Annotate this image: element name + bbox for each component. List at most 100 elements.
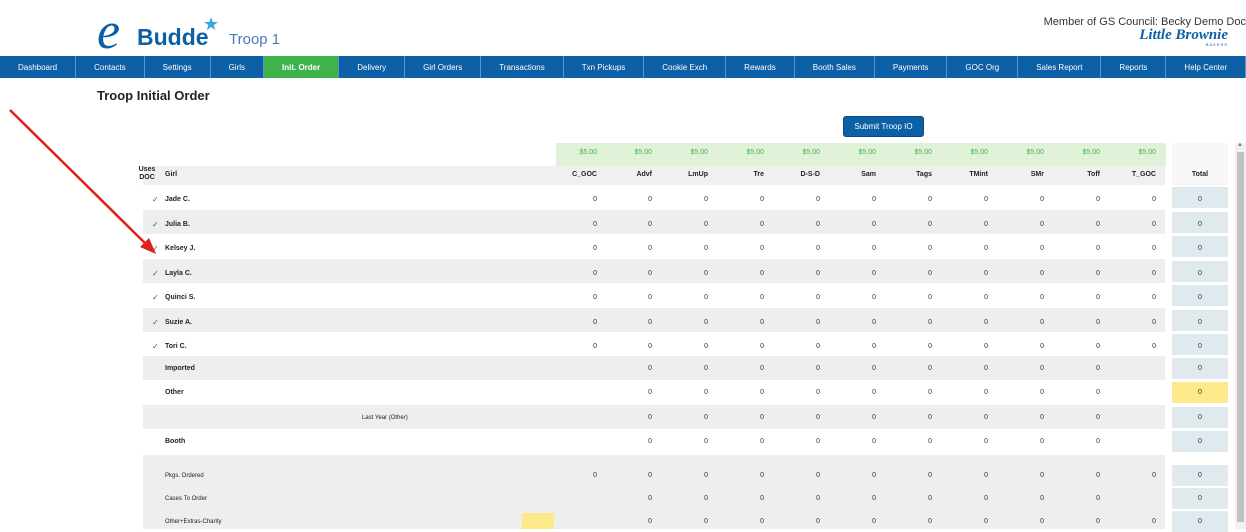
value-cell[interactable]: 0 (724, 365, 764, 372)
nav-item-txn-pickups[interactable]: Txn Pickups (564, 56, 645, 78)
value-cell[interactable]: 0 (724, 221, 764, 228)
value-cell[interactable]: 0 (892, 414, 932, 421)
value-cell[interactable]: 0 (668, 319, 708, 326)
value-cell[interactable]: 0 (668, 438, 708, 445)
value-cell[interactable]: 0 (1060, 438, 1100, 445)
value-cell[interactable]: 0 (557, 221, 597, 228)
value-cell[interactable]: 0 (780, 365, 820, 372)
value-cell[interactable]: 0 (668, 414, 708, 421)
value-cell[interactable]: 0 (892, 438, 932, 445)
girl-name[interactable]: Kelsey J. (165, 245, 195, 252)
value-cell[interactable]: 0 (948, 270, 988, 277)
value-cell[interactable]: 0 (724, 472, 764, 479)
value-cell[interactable]: 0 (668, 365, 708, 372)
value-cell[interactable]: 0 (1116, 270, 1156, 277)
value-cell[interactable]: 0 (724, 438, 764, 445)
girl-name[interactable]: Suzie A. (165, 319, 192, 326)
value-cell[interactable]: 0 (948, 438, 988, 445)
value-cell[interactable]: 0 (948, 221, 988, 228)
value-cell[interactable]: 0 (724, 294, 764, 301)
value-cell[interactable]: 0 (948, 518, 988, 525)
value-cell[interactable]: 0 (557, 196, 597, 203)
value-cell[interactable]: 0 (948, 294, 988, 301)
value-cell[interactable]: 0 (892, 389, 932, 396)
value-cell[interactable]: 0 (1060, 319, 1100, 326)
value-cell[interactable]: 0 (724, 414, 764, 421)
value-cell[interactable]: 0 (612, 221, 652, 228)
value-cell[interactable]: 0 (1004, 294, 1044, 301)
value-cell[interactable]: 0 (1060, 294, 1100, 301)
value-cell[interactable]: 0 (612, 294, 652, 301)
value-cell[interactable]: 0 (668, 245, 708, 252)
value-cell[interactable]: 0 (1004, 389, 1044, 396)
nav-item-sales-report[interactable]: Sales Report (1018, 56, 1102, 78)
value-cell[interactable]: 0 (948, 472, 988, 479)
value-cell[interactable]: 0 (892, 270, 932, 277)
value-cell[interactable]: 0 (836, 438, 876, 445)
value-cell[interactable]: 0 (1004, 221, 1044, 228)
value-cell[interactable]: 0 (612, 245, 652, 252)
value-cell[interactable]: 0 (1004, 438, 1044, 445)
value-cell[interactable]: 0 (612, 389, 652, 396)
value-cell[interactable]: 0 (1004, 319, 1044, 326)
value-cell[interactable]: 0 (1060, 196, 1100, 203)
value-cell[interactable]: 0 (836, 518, 876, 525)
value-cell[interactable]: 0 (948, 319, 988, 326)
value-cell[interactable]: 0 (668, 495, 708, 502)
value-cell[interactable]: 0 (1060, 414, 1100, 421)
value-cell[interactable]: 0 (612, 196, 652, 203)
nav-item-init-order[interactable]: Init. Order (264, 56, 340, 78)
charity-input-cell[interactable] (522, 513, 554, 529)
value-cell[interactable]: 0 (724, 518, 764, 525)
value-cell[interactable]: 0 (892, 365, 932, 372)
value-cell[interactable]: 0 (668, 196, 708, 203)
value-cell[interactable]: 0 (892, 221, 932, 228)
value-cell[interactable]: 0 (668, 221, 708, 228)
value-cell[interactable]: 0 (836, 270, 876, 277)
nav-item-reports[interactable]: Reports (1101, 56, 1167, 78)
nav-item-cookie-exch[interactable]: Cookie Exch (644, 56, 727, 78)
value-cell[interactable]: 0 (1060, 343, 1100, 350)
value-cell[interactable]: 0 (612, 438, 652, 445)
nav-item-payments[interactable]: Payments (875, 56, 948, 78)
value-cell[interactable]: 0 (724, 270, 764, 277)
value-cell[interactable]: 0 (724, 245, 764, 252)
value-cell[interactable]: 0 (1116, 343, 1156, 350)
value-cell[interactable]: 0 (1116, 196, 1156, 203)
value-cell[interactable]: 0 (1116, 245, 1156, 252)
value-cell[interactable]: 0 (948, 245, 988, 252)
value-cell[interactable]: 0 (612, 343, 652, 350)
value-cell[interactable]: 0 (780, 196, 820, 203)
girl-name[interactable]: Quinci S. (165, 294, 195, 301)
value-cell[interactable]: 0 (668, 518, 708, 525)
value-cell[interactable]: 0 (780, 294, 820, 301)
value-cell[interactable]: 0 (724, 343, 764, 350)
value-cell[interactable]: 0 (836, 221, 876, 228)
value-cell[interactable]: 0 (1116, 221, 1156, 228)
value-cell[interactable]: 0 (836, 414, 876, 421)
nav-item-girl-orders[interactable]: Girl Orders (405, 56, 482, 78)
value-cell[interactable]: 0 (1060, 245, 1100, 252)
value-cell[interactable]: 0 (612, 518, 652, 525)
value-cell[interactable]: 0 (1116, 472, 1156, 479)
value-cell[interactable]: 0 (1116, 518, 1156, 525)
value-cell[interactable]: 0 (1004, 414, 1044, 421)
value-cell[interactable]: 0 (557, 319, 597, 326)
value-cell[interactable]: 0 (612, 270, 652, 277)
value-cell[interactable]: 0 (780, 472, 820, 479)
value-cell[interactable]: 0 (892, 196, 932, 203)
value-cell[interactable]: 0 (1060, 365, 1100, 372)
value-cell[interactable]: 0 (557, 270, 597, 277)
value-cell[interactable]: 0 (557, 472, 597, 479)
value-cell[interactable]: 0 (948, 389, 988, 396)
value-cell[interactable]: 0 (724, 319, 764, 326)
nav-item-goc-org[interactable]: GOC Org (947, 56, 1019, 78)
value-cell[interactable]: 0 (724, 196, 764, 203)
nav-item-help-center[interactable]: Help Center (1166, 56, 1246, 78)
value-cell[interactable]: 0 (1004, 365, 1044, 372)
girl-name[interactable]: Tori C. (165, 343, 187, 350)
value-cell[interactable]: 0 (836, 319, 876, 326)
nav-item-booth-sales[interactable]: Booth Sales (795, 56, 875, 78)
value-cell[interactable]: 0 (836, 365, 876, 372)
value-cell[interactable]: 0 (1004, 270, 1044, 277)
